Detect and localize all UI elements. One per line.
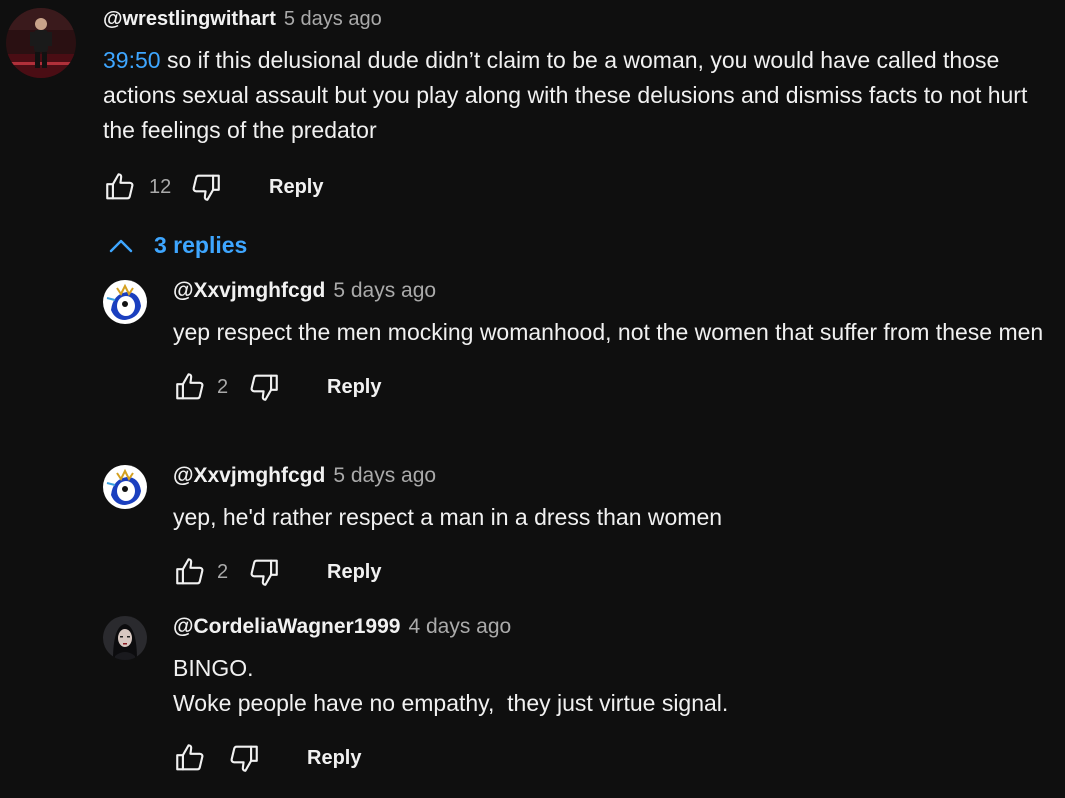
like-button[interactable] — [173, 370, 207, 404]
like-count: 2 — [217, 375, 229, 398]
thumbs-up-icon — [176, 373, 204, 400]
comment-time[interactable]: 4 days ago — [408, 615, 511, 639]
avatar[interactable] — [103, 465, 147, 509]
thumbs-up-icon — [176, 744, 204, 771]
comment-text: 39:50 so if this delusional dude didn’t … — [103, 43, 1056, 148]
replies-count-label: 3 replies — [154, 232, 248, 258]
reply-button[interactable]: Reply — [327, 376, 381, 399]
reply-comment: @Xxvjmghfcgd 5 days ago yep, he'd rather… — [103, 464, 1058, 592]
timestamp-link[interactable]: 39:50 — [103, 47, 161, 73]
thumbs-up-icon — [106, 173, 134, 200]
comment-text: BINGO. Woke people have no empathy, they… — [173, 651, 728, 721]
reply-button[interactable]: Reply — [307, 747, 361, 770]
thumbs-up-icon — [176, 558, 204, 585]
comment-text-line: Woke people have no empathy, they just v… — [173, 690, 729, 716]
comment-text-line: BINGO. — [173, 655, 254, 681]
dislike-button[interactable] — [247, 370, 281, 404]
avatar[interactable] — [103, 616, 147, 660]
reply-comment: @Xxvjmghfcgd 5 days ago yep respect the … — [103, 279, 1058, 407]
avatar[interactable] — [103, 280, 147, 324]
comment-author[interactable]: @CordeliaWagner1999 — [173, 615, 400, 639]
comment-text-content: so if this delusional dude didn’t claim … — [103, 47, 1028, 143]
reply-button[interactable]: Reply — [269, 176, 323, 199]
like-count: 12 — [149, 175, 172, 198]
top-comment: @wrestlingwithart 5 days ago 39:50 so if… — [6, 8, 1056, 207]
chevron-up-icon — [109, 239, 133, 252]
reply-button[interactable]: Reply — [327, 561, 381, 584]
avatar[interactable] — [6, 8, 76, 78]
comment-text: yep, he'd rather respect a man in a dres… — [173, 504, 723, 530]
like-button[interactable] — [173, 555, 207, 589]
comment-author[interactable]: @Xxvjmghfcgd — [173, 464, 325, 488]
reply-comment: @CordeliaWagner1999 4 days ago BINGO. Wo… — [103, 615, 1058, 778]
comment-actions: 12 Reply — [103, 167, 1056, 207]
thumbs-down-icon — [230, 745, 258, 772]
thumbs-down-icon — [250, 559, 278, 586]
comment-author[interactable]: @Xxvjmghfcgd — [173, 279, 325, 303]
comment-time[interactable]: 5 days ago — [284, 8, 382, 31]
comment-actions: Reply — [173, 738, 728, 778]
comment-author[interactable]: @wrestlingwithart — [103, 8, 276, 31]
comment-text: yep respect the men mocking womanhood, n… — [173, 319, 1044, 345]
comment-time[interactable]: 5 days ago — [333, 464, 436, 488]
comment-time[interactable]: 5 days ago — [333, 279, 436, 303]
dislike-button[interactable] — [189, 170, 223, 204]
comment-thread: @wrestlingwithart 5 days ago 39:50 so if… — [0, 0, 1065, 798]
like-count: 2 — [217, 560, 229, 583]
comment-actions: 2 Reply — [173, 367, 1043, 407]
replies-toggle[interactable]: 3 replies — [108, 232, 247, 259]
like-button[interactable] — [103, 170, 137, 204]
like-button[interactable] — [173, 741, 207, 775]
thumbs-down-icon — [192, 174, 220, 201]
comment-actions: 2 Reply — [173, 552, 722, 592]
dislike-button[interactable] — [247, 555, 281, 589]
thumbs-down-icon — [250, 374, 278, 401]
dislike-button[interactable] — [227, 741, 261, 775]
